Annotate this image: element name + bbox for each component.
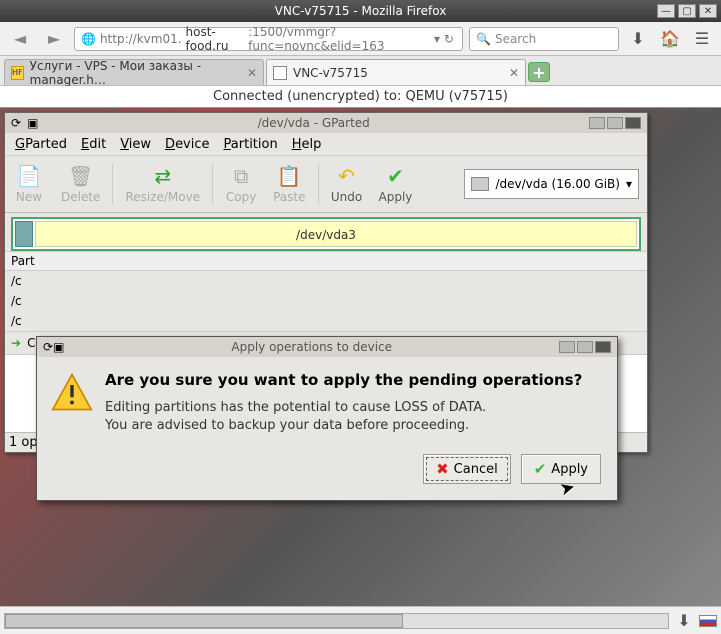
partition-graph[interactable]: /dev/vda3 [11, 217, 641, 251]
tab-close-icon[interactable]: ✕ [247, 66, 257, 80]
window-icon: ▣ [53, 340, 64, 354]
search-placeholder: Search [495, 32, 536, 46]
menu-edit[interactable]: Edit [81, 137, 106, 152]
arrow-icon: ➔ [11, 336, 21, 350]
tab-label: VNC-v75715 [293, 66, 368, 80]
gp-max-button[interactable] [607, 117, 623, 129]
cancel-icon: ✖ [436, 460, 449, 478]
copy-icon: ⧉ [234, 164, 248, 188]
check-icon: ✔ [387, 164, 404, 188]
keyboard-layout-flag[interactable] [699, 615, 717, 627]
down-arrow-icon[interactable]: ⬇ [673, 611, 695, 631]
resize-button: ⇄Resize/Move [117, 164, 208, 204]
device-label: /dev/vda (16.00 GiB) [495, 177, 619, 191]
trash-icon: 🗑 [68, 164, 93, 188]
reload-icon: ⟳ [43, 340, 53, 354]
menu-device[interactable]: Device [165, 137, 209, 152]
tab-favicon: HF [11, 66, 24, 80]
gparted-title: /dev/vda - GParted [44, 116, 583, 130]
op-text: C [27, 336, 35, 350]
browser-bottom-bar: ⬇ [0, 606, 721, 634]
tab-vnc[interactable]: VNC-v75715 ✕ [266, 59, 526, 85]
menu-partition[interactable]: Partition [224, 137, 278, 152]
firefox-titlebar: VNC-v75715 - Mozilla Firefox — ▢ ✕ [0, 0, 721, 22]
hscrollbar[interactable] [4, 613, 669, 629]
menu-gparted[interactable]: GGPartedParted [15, 137, 67, 152]
paste-icon: 📋 [277, 164, 302, 188]
chevron-down-icon: ▾ [626, 177, 632, 191]
menu-view[interactable]: View [120, 137, 151, 152]
delete-button: 🗑Delete [53, 164, 108, 204]
firefox-tabstrip: HF Услуги - VPS - Мои заказы - manager.h… [0, 56, 721, 86]
downloads-button[interactable]: ⬇ [625, 27, 651, 51]
url-pre: http://kvm01. [100, 32, 182, 46]
paste-button: 📋Paste [265, 164, 313, 204]
dialog-line2: You are advised to backup your data befo… [105, 417, 582, 435]
page-content: Connected (unencrypted) to: QEMU (v75715… [0, 86, 721, 606]
firefox-toolbar: ◄ ► 🌐 http://kvm01. host-food.ru:1500/vmm… [0, 22, 721, 56]
tab-favicon [273, 66, 287, 80]
globe-icon: 🌐 [81, 32, 96, 46]
ff-maximize-button[interactable]: ▢ [678, 4, 696, 18]
new-button: 📄New [5, 164, 53, 204]
check-icon: ✔ [534, 460, 547, 478]
window-icon: ▣ [27, 116, 38, 130]
warning-icon [51, 371, 93, 413]
reload-icon: ⟳ [11, 116, 21, 130]
gparted-toolbar: 📄New 🗑Delete ⇄Resize/Move ⧉Copy 📋Paste ↶… [5, 155, 647, 213]
gparted-titlebar[interactable]: ⟳ ▣ /dev/vda - GParted [5, 113, 647, 133]
tab-label: Услуги - VPS - Мои заказы - manager.h… [30, 59, 241, 87]
table-row[interactable]: /c [5, 291, 647, 311]
undo-icon: ↶ [338, 164, 355, 188]
apply-button[interactable]: ✔ Apply [521, 454, 601, 484]
gp-close-button[interactable] [625, 117, 641, 129]
home-button[interactable]: 🏠 [657, 27, 683, 51]
search-bar[interactable]: 🔍 Search [469, 27, 619, 51]
new-icon: 📄 [17, 164, 42, 188]
dialog-heading: Are you sure you want to apply the pendi… [105, 371, 582, 389]
dlg-close-button[interactable] [595, 341, 611, 353]
dialog-title: Apply operations to device [64, 340, 559, 354]
resize-icon: ⇄ [154, 164, 171, 188]
copy-button: ⧉Copy [217, 164, 265, 204]
drive-icon [471, 177, 489, 191]
menu-help[interactable]: Help [292, 137, 322, 152]
apply-button[interactable]: ✔Apply [371, 164, 421, 204]
table-row[interactable]: /c [5, 271, 647, 291]
url-bar[interactable]: 🌐 http://kvm01. host-food.ru:1500/vmmgr?f… [74, 27, 463, 51]
scroll-thumb[interactable] [5, 614, 403, 628]
apply-confirm-dialog: ⟳ ▣ Apply operations to device Are you s… [36, 336, 618, 501]
tab-manager[interactable]: HF Услуги - VPS - Мои заказы - manager.h… [4, 59, 264, 85]
gp-min-button[interactable] [589, 117, 605, 129]
reload-dropdown[interactable]: ▾ ↻ [432, 32, 456, 46]
back-button[interactable]: ◄ [6, 26, 34, 52]
undo-button[interactable]: ↶Undo [323, 164, 371, 204]
tab-close-icon[interactable]: ✕ [509, 66, 519, 80]
dialog-titlebar[interactable]: ⟳ ▣ Apply operations to device [37, 337, 617, 357]
partition-label: /dev/vda3 [13, 228, 639, 242]
dlg-max-button[interactable] [577, 341, 593, 353]
vnc-status-bar: Connected (unencrypted) to: QEMU (v75715… [0, 86, 721, 108]
dlg-min-button[interactable] [559, 341, 575, 353]
partition-table: Part /c /c /c [5, 251, 647, 331]
url-host: host-food.ru [186, 25, 245, 53]
dialog-line1: Editing partitions has the potential to … [105, 399, 582, 417]
table-row[interactable]: /c [5, 311, 647, 331]
cancel-button[interactable]: ✖ Cancel [423, 454, 511, 484]
gparted-menubar: GGPartedParted Edit View Device Partitio… [5, 133, 647, 155]
firefox-title: VNC-v75715 - Mozilla Firefox [275, 4, 447, 18]
ff-close-button[interactable]: ✕ [699, 4, 717, 18]
search-icon: 🔍 [476, 32, 491, 46]
menu-button[interactable]: ☰ [689, 27, 715, 51]
forward-button: ► [40, 26, 68, 52]
url-post: :1500/vmmgr?func=novnc&elid=163 [248, 25, 428, 53]
ff-minimize-button[interactable]: — [657, 4, 675, 18]
device-selector[interactable]: /dev/vda (16.00 GiB) ▾ [464, 169, 639, 199]
col-partition: Part [5, 252, 41, 270]
new-tab-button[interactable]: + [528, 62, 550, 82]
